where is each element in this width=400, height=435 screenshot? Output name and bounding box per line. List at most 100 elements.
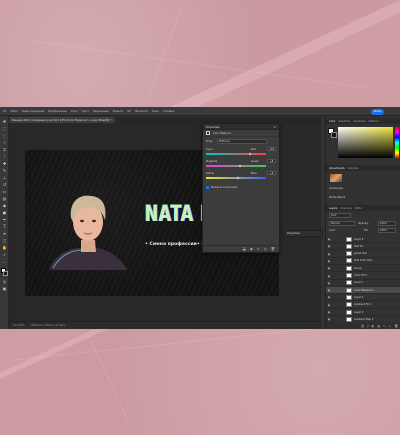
eye-icon[interactable]: ◉ [326,252,332,256]
menu-help[interactable]: Справка [163,110,174,113]
ps-logo-icon[interactable]: Ps [3,110,6,113]
eye-icon[interactable]: ◉ [326,295,332,299]
view-previous-icon[interactable]: ◉ [250,247,253,251]
tab-libraries[interactable]: Libraries [348,167,359,170]
pen-tool-icon[interactable]: ✒ [2,217,7,222]
color-panel-background-swatch[interactable] [331,132,337,138]
layer-row[interactable]: ◉ Text Font Color [326,258,400,265]
quick-mask-icon[interactable]: ◎ [2,279,7,284]
more-tools-icon[interactable]: … [2,259,7,264]
menu-image[interactable]: Изображение [48,110,67,113]
collapsed-properties-panel[interactable]: Properties [283,230,323,237]
menu-layers[interactable]: Слои [71,110,78,113]
link-layers-icon[interactable]: ⛓ [361,324,365,328]
color-picker-field[interactable] [338,127,393,158]
color-balance-slider[interactable] [206,152,266,155]
dodge-tool-icon[interactable]: ● [2,210,7,215]
layer-row[interactable]: ◉ Text 10 [326,243,400,251]
menu-3d[interactable]: 3D [127,110,131,113]
eye-icon[interactable]: ◉ [326,266,332,270]
layer-row[interactable]: ◉ Color Fill 2 [326,273,400,280]
new-adjustment-icon[interactable]: ◑ [377,324,380,328]
slider-value-field[interactable]: +8 [267,159,276,163]
path-select-icon[interactable]: ➤ [2,231,7,236]
zoom-readout[interactable]: 113.26% [13,324,25,327]
visibility-icon[interactable]: ◎ [264,247,267,251]
magic-wand-icon[interactable]: ✧ [2,140,7,145]
new-group-icon[interactable]: ▭ [383,324,386,328]
stamp-tool-icon[interactable]: ⊥ [2,175,7,180]
crop-tool-icon[interactable]: ⌗ [2,147,7,152]
move-tool-icon[interactable]: ✥ [2,119,7,124]
color-balance-slider[interactable] [206,164,266,167]
share-button[interactable]: Share [371,108,384,115]
section-landscape[interactable]: Landscape [329,187,343,190]
tab-channels[interactable]: Channels [340,207,352,210]
delete-layer-icon[interactable]: 🗑 [394,324,398,328]
shape-tool-icon[interactable]: ▢ [2,238,7,243]
eye-icon[interactable]: ◉ [326,317,332,321]
layer-row[interactable]: ◉ Color Balance 1 [326,287,400,295]
layer-style-icon[interactable]: ƒ [368,324,369,328]
close-icon[interactable]: × [273,124,276,130]
menu-edit[interactable]: Редактирование [22,110,45,113]
zoom-tool-icon[interactable]: ⌕ [2,252,7,257]
tab-gradients[interactable]: Gradients [353,120,365,123]
eyedropper-icon[interactable]: ⁄ [2,154,7,159]
screen-mode-icon[interactable]: ▣ [2,286,7,291]
lasso-tool-icon[interactable]: ◌ [2,133,7,138]
layer-row[interactable]: ◉ Layer 4 [326,294,400,302]
marquee-tool-icon[interactable]: ⬚ [2,126,7,131]
tab-layers[interactable]: Layers [329,207,337,210]
layer-row[interactable]: ◉ Level 1 [326,280,400,287]
eye-icon[interactable]: ◉ [326,244,332,248]
layer-row[interactable]: ◉ guard star [326,251,400,258]
delete-adjustment-icon[interactable]: 🗑 [271,247,275,251]
add-mask-icon[interactable]: ◐ [372,324,375,328]
section-photo-repair[interactable]: Photo Repair [329,196,346,199]
tab-swatches[interactable]: Swatches [339,120,351,123]
menu-window[interactable]: Окно [152,110,159,113]
eye-icon[interactable]: ◉ [326,259,332,263]
clip-to-layer-icon[interactable]: ⬓ [243,247,246,251]
eye-icon[interactable]: ◉ [326,237,332,241]
eye-icon[interactable]: ◉ [326,281,332,285]
brush-tool-icon[interactable]: ✎ [2,168,7,173]
new-layer-icon[interactable]: + [389,324,392,328]
eye-icon[interactable]: ◉ [326,288,332,292]
layer-row[interactable]: ◉ Layer 3 [326,309,400,316]
tab-paths[interactable]: Paths [355,207,362,210]
type-tool-icon[interactable]: T [2,224,7,229]
tab-patterns[interactable]: Patterns [369,120,379,123]
color-balance-slider[interactable] [206,176,266,179]
hand-tool-icon[interactable]: ✋ [2,245,7,250]
menu-view[interactable]: Просмотр [135,110,148,113]
slider-thumb[interactable] [236,176,239,179]
tab-adjustments[interactable]: Adjustments [329,167,345,170]
history-brush-icon[interactable]: ↺ [2,182,7,187]
slider-value-field[interactable]: +18 [267,147,276,151]
reset-icon[interactable]: ↺ [257,247,260,251]
background-color-swatch[interactable] [3,271,8,276]
layer-row[interactable]: ◉ Layer 8 [326,236,400,243]
tab-color[interactable]: Color [329,120,336,123]
adjustment-preset-thumbnail[interactable] [330,174,342,182]
layer-filter-kind[interactable]: Kind [329,213,351,218]
preserve-luminosity-checkbox[interactable] [206,186,209,189]
menu-select[interactable]: Выделение [93,110,108,113]
slider-thumb[interactable] [239,164,242,167]
slider-value-field[interactable]: +4 [267,171,276,175]
layer-row[interactable]: ◉ Gradient Fill 1 [326,302,400,309]
blend-mode-select[interactable]: Normal [329,221,355,226]
menu-text[interactable]: Текст [82,110,90,113]
layer-row[interactable]: ◉ Group [326,265,400,273]
blur-tool-icon[interactable]: ◆ [2,203,7,208]
menu-file[interactable]: Файл [10,110,17,113]
hue-slider[interactable] [395,127,399,158]
eye-icon[interactable]: ◉ [326,274,332,278]
menu-filter[interactable]: Фильтр [113,110,123,113]
slider-thumb[interactable] [248,152,251,155]
eraser-tool-icon[interactable]: ▭ [2,189,7,194]
eye-icon[interactable]: ◉ [326,310,332,314]
opacity-field[interactable]: 100% [378,221,396,226]
